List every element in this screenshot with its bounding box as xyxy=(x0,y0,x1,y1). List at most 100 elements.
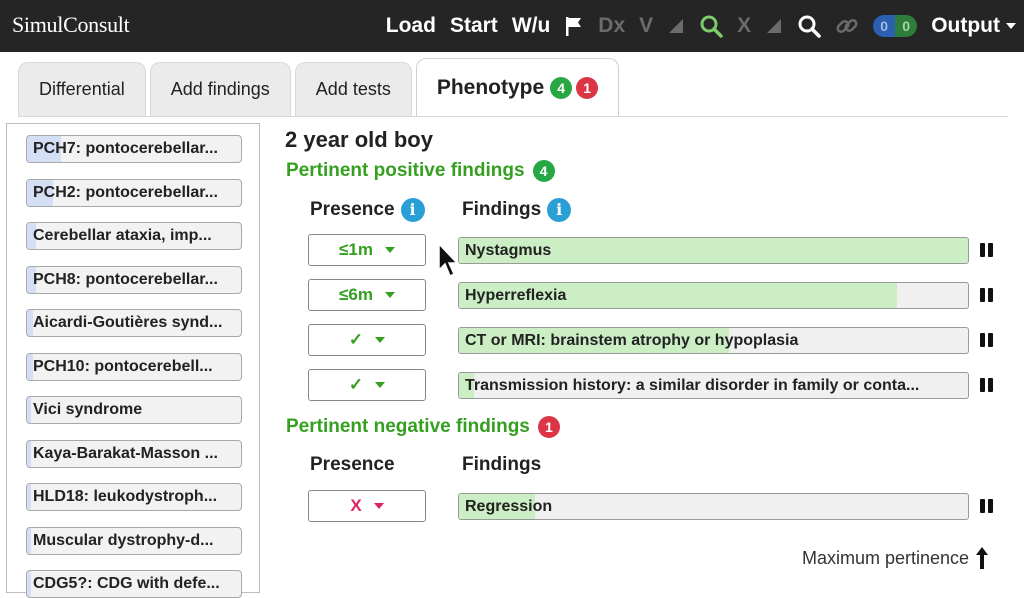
tab-bar: Differential Add findings Add tests Phen… xyxy=(18,58,623,116)
handle-bar xyxy=(980,288,985,302)
max-pertinence-label: Maximum pertinence xyxy=(802,547,970,568)
presence-header-label: Presence xyxy=(310,454,395,475)
chevron-down-icon xyxy=(375,337,386,343)
corner-flag-icon-2[interactable] xyxy=(765,17,783,35)
chevron-down-icon xyxy=(384,292,395,298)
search-icon[interactable] xyxy=(699,14,723,38)
patient-title: 2 year old boy xyxy=(285,127,433,152)
tab-add-findings[interactable]: Add findings xyxy=(149,62,291,116)
output-menu[interactable]: Output xyxy=(931,14,1016,38)
differential-item[interactable]: Cerebellar ataxia, imp... xyxy=(26,222,242,250)
negative-heading-label: Pertinent negative findings xyxy=(286,416,530,437)
tab-differential[interactable]: Differential xyxy=(18,62,146,116)
handle-bar xyxy=(988,333,993,347)
findings-header-label: Findings xyxy=(462,199,542,220)
differential-item[interactable]: PCH10: pontocerebell... xyxy=(26,352,242,381)
link-count-green: 0 xyxy=(895,15,918,37)
differential-item[interactable]: PCH2: pontocerebellar... xyxy=(26,178,242,207)
handle-bar xyxy=(988,378,993,392)
drag-handle-icon[interactable] xyxy=(980,243,996,259)
pertinence-fill xyxy=(27,484,32,510)
start-button[interactable]: Start xyxy=(450,14,498,38)
differential-item[interactable]: HLD18: leukodystroph... xyxy=(26,483,242,511)
corner-flag-icon[interactable] xyxy=(667,17,685,35)
presence-dropdown[interactable]: X xyxy=(308,490,426,522)
finding-label: CT or MRI: brainstem atrophy or hypoplas… xyxy=(465,332,799,349)
dx-button[interactable]: Dx xyxy=(598,14,625,38)
flag-icon[interactable] xyxy=(564,15,584,37)
max-pertinence-legend: Maximum pertinence xyxy=(802,546,989,570)
drag-handle-icon[interactable] xyxy=(980,333,996,349)
load-button[interactable]: Load xyxy=(386,14,436,38)
chevron-down-icon xyxy=(375,382,386,388)
presence-dropdown[interactable]: ≤1m xyxy=(308,234,426,266)
differential-item-label: PCH7: pontocerebellar... xyxy=(33,140,218,157)
link-counts[interactable]: 0 0 xyxy=(873,15,918,37)
tab-add-tests[interactable]: Add tests xyxy=(294,62,412,116)
info-icon[interactable]: i xyxy=(400,198,425,222)
findings-header-negative: Findings xyxy=(462,454,541,476)
tab-label: Add tests xyxy=(315,79,391,99)
tab-label: Phenotype xyxy=(436,75,545,99)
finding-label: Hyperreflexia xyxy=(465,287,567,304)
tab-label: Differential xyxy=(39,79,125,99)
presence-value: ≤6m xyxy=(339,285,373,304)
differential-item-label: Cerebellar ataxia, imp... xyxy=(33,227,212,244)
mouse-cursor-icon xyxy=(438,242,459,278)
handle-bar xyxy=(980,378,985,392)
differential-item-label: CDG5?: CDG with defe... xyxy=(33,575,220,592)
handle-bar xyxy=(980,243,985,257)
info-icon[interactable]: i xyxy=(547,198,572,222)
positive-heading-count: 4 xyxy=(532,160,555,182)
link-count-blue: 0 xyxy=(873,15,896,37)
presence-dropdown[interactable]: ≤6m xyxy=(308,279,426,311)
differential-item-label: Kaya-Barakat-Masson ... xyxy=(33,444,218,462)
negative-heading-count: 1 xyxy=(537,416,560,438)
search-icon-2[interactable] xyxy=(797,14,821,38)
differential-item[interactable]: CDG5?: CDG with defe... xyxy=(26,570,242,598)
differential-item-label: PCH10: pontocerebell... xyxy=(33,357,213,375)
positive-count-badge: 4 xyxy=(550,76,573,99)
finding-bar[interactable]: Hyperreflexia xyxy=(458,282,969,309)
pertinence-fill xyxy=(27,527,32,554)
differential-item[interactable]: Aicardi-Goutières synd... xyxy=(26,309,242,337)
differential-item-label: Aicardi-Goutières synd... xyxy=(33,314,223,331)
finding-bar[interactable]: Regression xyxy=(458,493,969,520)
chevron-down-icon xyxy=(373,503,384,509)
finding-label: Nystagmus xyxy=(465,242,552,259)
top-nav: Load Start W/u Dx V X 0 0 Output xyxy=(386,0,1016,52)
finding-bar[interactable]: CT or MRI: brainstem atrophy or hypoplas… xyxy=(458,327,969,354)
link-icon[interactable] xyxy=(835,14,859,38)
presence-value: X xyxy=(350,496,362,515)
drag-handle-icon[interactable] xyxy=(980,378,996,394)
differential-item[interactable]: Vici syndrome xyxy=(26,396,242,424)
negative-heading: Pertinent negative findings 1 xyxy=(286,416,560,438)
presence-dropdown[interactable]: ✓ xyxy=(308,369,426,401)
pertinence-fill xyxy=(27,571,32,597)
app-logo[interactable]: SimulConsult xyxy=(12,12,130,38)
v-button[interactable]: V xyxy=(639,14,653,38)
presence-value: ≤1m xyxy=(339,240,373,259)
differential-item[interactable]: PCH8: pontocerebellar... xyxy=(26,265,242,294)
findings-header: Findings i xyxy=(462,198,572,222)
differential-item[interactable]: Muscular dystrophy-d... xyxy=(26,526,242,555)
handle-bar xyxy=(980,333,985,347)
wu-button[interactable]: W/u xyxy=(512,14,550,38)
tab-phenotype[interactable]: Phenotype 4 1 xyxy=(415,58,620,116)
handle-bar xyxy=(988,499,993,513)
negative-count-badge: 1 xyxy=(576,76,599,99)
finding-bar[interactable]: Transmission history: a similar disorder… xyxy=(458,372,969,399)
drag-handle-icon[interactable] xyxy=(980,499,996,515)
differential-item[interactable]: PCH7: pontocerebellar... xyxy=(26,135,242,163)
differential-item[interactable]: Kaya-Barakat-Masson ... xyxy=(26,439,242,468)
drag-handle-icon[interactable] xyxy=(980,288,996,304)
x-button[interactable]: X xyxy=(737,14,751,38)
differential-item-label: PCH2: pontocerebellar... xyxy=(33,183,218,201)
finding-label: Transmission history: a similar disorder… xyxy=(465,377,920,394)
arrow-up-icon xyxy=(976,547,989,569)
findings-header-label: Findings xyxy=(462,454,542,475)
finding-bar[interactable]: Nystagmus xyxy=(458,237,969,264)
handle-bar xyxy=(988,288,993,302)
positive-heading-label: Pertinent positive findings xyxy=(286,160,525,181)
presence-dropdown[interactable]: ✓ xyxy=(308,324,426,356)
